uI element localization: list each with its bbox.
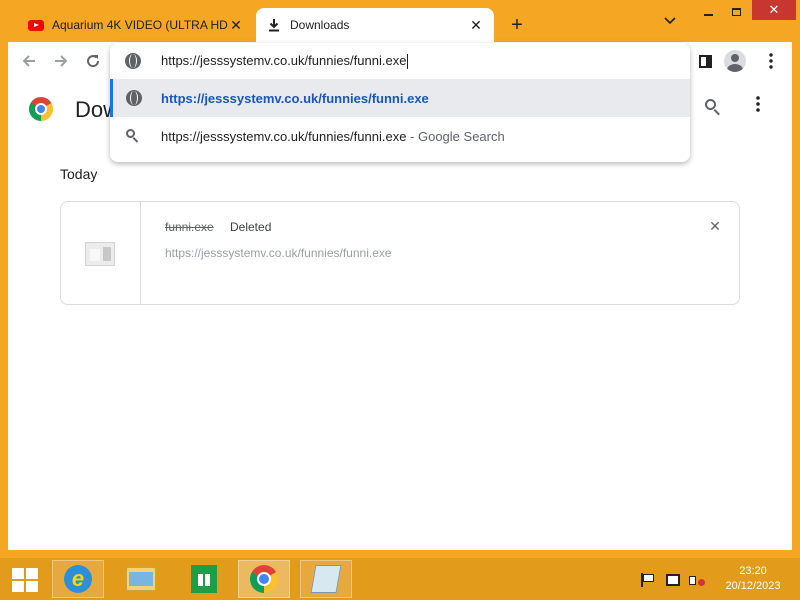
network-icon[interactable]	[664, 572, 682, 588]
chrome-logo-icon	[29, 97, 53, 121]
internet-explorer-icon: e	[64, 565, 92, 593]
globe-icon	[126, 90, 142, 106]
file-explorer-icon	[126, 567, 156, 591]
taskbar-internet-explorer[interactable]: e	[52, 560, 104, 598]
tab-search-icon[interactable]	[660, 14, 680, 34]
maximize-icon	[731, 8, 741, 16]
system-clock[interactable]: 23:20 20/12/2023	[720, 564, 786, 594]
minimize-icon	[703, 14, 713, 16]
side-panel-icon[interactable]	[694, 50, 716, 72]
address-bar[interactable]: https://jesssystemv.co.uk/funnies/funni.…	[110, 43, 690, 79]
volume-muted-icon[interactable]	[688, 572, 706, 588]
omnibox-dropdown: https://jesssystemv.co.uk/funnies/funni.…	[110, 43, 690, 162]
forward-arrow-icon[interactable]	[50, 50, 72, 72]
file-icon	[85, 242, 115, 266]
download-source-url[interactable]: https://jesssystemv.co.uk/funnies/funni.…	[165, 246, 392, 260]
taskbar-notepad[interactable]	[300, 560, 352, 598]
reload-icon[interactable]	[82, 50, 104, 72]
suggestion-google-search[interactable]: https://jesssystemv.co.uk/funnies/funni.…	[110, 117, 690, 155]
chrome-icon	[250, 565, 278, 593]
taskbar-chrome[interactable]	[238, 560, 290, 598]
action-center-flag-icon[interactable]	[638, 572, 656, 588]
date-section-header: Today	[60, 166, 98, 182]
store-icon	[191, 565, 217, 593]
tab-title: Aquarium 4K VIDEO (ULTRA HD) •	[52, 18, 228, 32]
taskbar-file-explorer[interactable]	[115, 560, 167, 598]
download-filename: funni.exe	[165, 220, 214, 234]
youtube-icon	[28, 17, 44, 33]
new-tab-button[interactable]: +	[506, 14, 528, 36]
file-icon-column	[61, 202, 141, 304]
search-downloads-icon[interactable]	[704, 98, 724, 118]
notepad-icon	[310, 565, 342, 593]
taskbar-store[interactable]	[178, 560, 230, 598]
more-actions-icon[interactable]	[752, 96, 764, 120]
maximize-button[interactable]	[726, 0, 746, 24]
download-status: Deleted	[230, 220, 272, 234]
tab-close-icon[interactable]: ✕	[228, 17, 244, 33]
address-input-text[interactable]: https://jesssystemv.co.uk/funnies/funni.…	[161, 53, 409, 70]
tab-close-icon[interactable]: ✕	[468, 17, 484, 33]
tab-aquarium-video[interactable]: Aquarium 4K VIDEO (ULTRA HD) • ✕	[18, 8, 254, 42]
profile-avatar-icon[interactable]	[724, 50, 746, 72]
download-icon	[266, 17, 282, 33]
text-caret	[407, 54, 409, 70]
search-icon	[126, 129, 140, 143]
tab-downloads[interactable]: Downloads ✕	[256, 8, 494, 42]
suggestion-text: https://jesssystemv.co.uk/funnies/funni.…	[161, 128, 505, 144]
globe-icon	[125, 53, 141, 69]
tab-title: Downloads	[290, 18, 350, 32]
clock-date: 20/12/2023	[725, 580, 781, 592]
suggestion-text: https://jesssystemv.co.uk/funnies/funni.…	[161, 90, 429, 106]
minimize-button[interactable]	[690, 0, 726, 24]
windows-taskbar: e 23:20 20/12/2023	[0, 558, 800, 600]
suggestion-suffix: - Google Search	[406, 128, 505, 144]
chrome-menu-icon[interactable]	[760, 50, 782, 72]
start-button-icon[interactable]	[12, 568, 38, 592]
suggestion-url[interactable]: https://jesssystemv.co.uk/funnies/funni.…	[110, 79, 690, 117]
window-close-button[interactable]: ✕	[752, 0, 796, 20]
download-item-card: funni.exe Deleted https://jesssystemv.co…	[60, 201, 740, 305]
remove-download-icon[interactable]: ✕	[707, 218, 723, 234]
tab-strip: Aquarium 4K VIDEO (ULTRA HD) • ✕ Downloa…	[0, 0, 800, 42]
back-arrow-icon[interactable]	[18, 50, 40, 72]
clock-time: 23:20	[739, 565, 767, 577]
